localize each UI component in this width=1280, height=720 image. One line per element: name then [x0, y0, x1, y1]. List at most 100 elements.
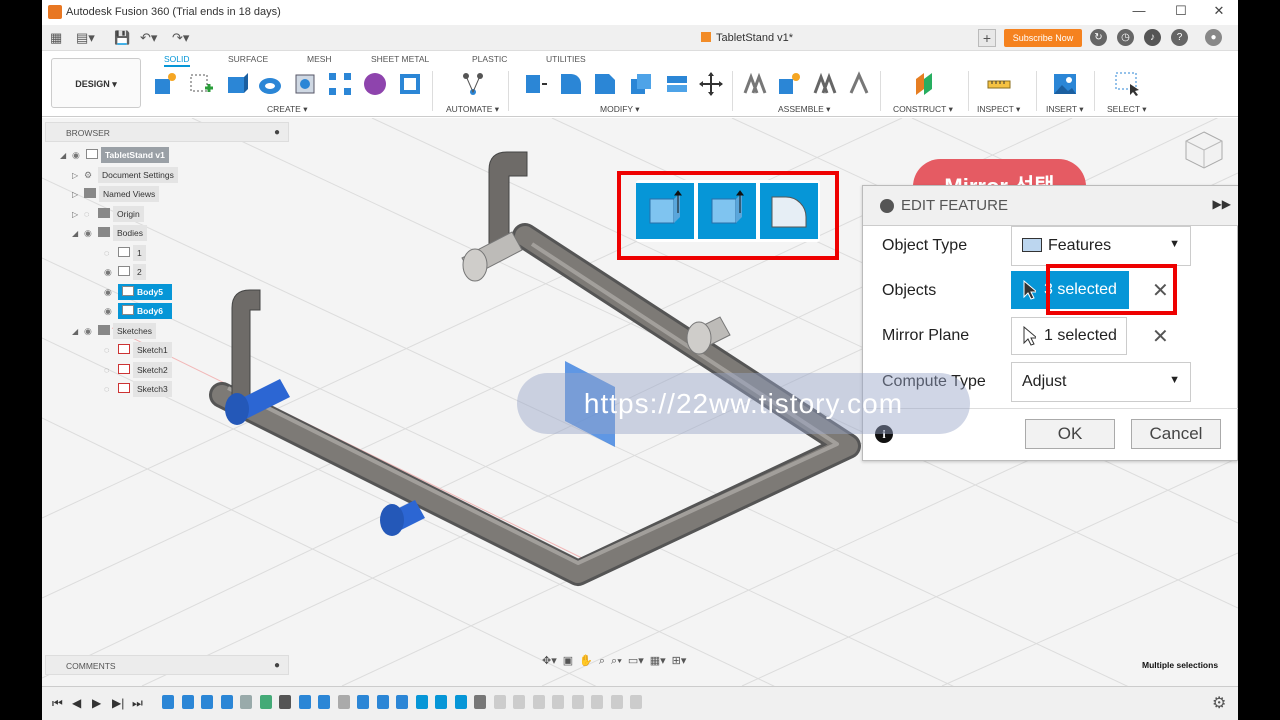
- help-icon[interactable]: ?: [1171, 29, 1188, 46]
- grid-settings-icon[interactable]: ▦▾: [650, 655, 666, 667]
- subscribe-button[interactable]: Subscribe Now: [1004, 29, 1082, 47]
- tab-mesh[interactable]: MESH: [307, 54, 332, 64]
- chamfer-icon[interactable]: [592, 71, 618, 97]
- timeline-feature[interactable]: [181, 695, 194, 709]
- timeline-feature[interactable]: [279, 695, 291, 709]
- derive-icon[interactable]: [397, 71, 423, 97]
- select-icon[interactable]: [1114, 71, 1140, 97]
- insert-image-icon[interactable]: [1052, 71, 1078, 97]
- browser-item-sketch3[interactable]: ◌ Sketch3: [104, 381, 172, 397]
- timeline-end-icon[interactable]: ⏭: [132, 696, 143, 711]
- extrude-icon[interactable]: [224, 71, 250, 97]
- notifications-icon[interactable]: ♪: [1144, 29, 1161, 46]
- view-cube[interactable]: [1182, 128, 1226, 172]
- automate-icon[interactable]: [460, 71, 486, 97]
- timeline-feature[interactable]: [610, 695, 623, 709]
- timeline-feature[interactable]: [201, 695, 213, 709]
- browser-item-bodies[interactable]: ◢ ◉ Bodies: [72, 225, 147, 241]
- pattern-icon[interactable]: [327, 71, 353, 97]
- timeline-back-icon[interactable]: ◀: [72, 696, 81, 710]
- fillet-icon[interactable]: [558, 71, 584, 97]
- timeline-feature[interactable]: [259, 695, 272, 709]
- extensions-icon[interactable]: ↻: [1090, 29, 1107, 46]
- workspace-switcher[interactable]: DESIGN ▾: [51, 58, 141, 108]
- timeline-forward-icon[interactable]: ▶|: [112, 696, 124, 710]
- minimize-button[interactable]: —: [1124, 3, 1154, 18]
- timeline-feature[interactable]: [591, 695, 603, 709]
- measure-icon[interactable]: [986, 71, 1012, 97]
- comments-panel-header[interactable]: COMMENTS ●: [45, 655, 289, 675]
- construct-menu[interactable]: CONSTRUCT ▾: [893, 104, 953, 115]
- timeline-feature[interactable]: [415, 695, 428, 709]
- cancel-button[interactable]: Cancel: [1131, 419, 1221, 449]
- modify-menu[interactable]: MODIFY ▾: [600, 104, 640, 115]
- job-status-icon[interactable]: ◷: [1117, 29, 1134, 46]
- timeline-play-icon[interactable]: ▶: [92, 696, 101, 710]
- browser-item-origin[interactable]: ▷ ◌ Origin: [72, 206, 144, 222]
- browser-item-document-settings[interactable]: ▷ ⚙ Document Settings: [72, 167, 178, 183]
- clear-objects-icon[interactable]: ✕: [1152, 278, 1169, 303]
- gear-icon[interactable]: ⚙: [1212, 693, 1226, 713]
- assemble-menu[interactable]: ASSEMBLE ▾: [778, 104, 830, 115]
- browser-item-body-2[interactable]: ◉ 2: [104, 264, 146, 280]
- browser-item-sketch1[interactable]: ◌ Sketch1: [104, 342, 172, 358]
- grid-menu-icon[interactable]: ▦: [50, 30, 62, 46]
- tab-utilities[interactable]: UTILITIES: [546, 54, 586, 64]
- create-menu[interactable]: CREATE ▾: [267, 104, 307, 115]
- timeline-feature[interactable]: [571, 695, 584, 709]
- new-tab-button[interactable]: +: [978, 29, 996, 47]
- tab-plastic[interactable]: PLASTIC: [472, 54, 507, 64]
- timeline-feature[interactable]: [552, 695, 564, 709]
- move-copy-icon[interactable]: [698, 71, 724, 97]
- timeline-feature[interactable]: [474, 695, 486, 709]
- form-icon[interactable]: [362, 71, 388, 97]
- look-at-icon[interactable]: ▣: [563, 655, 573, 667]
- timeline-feature[interactable]: [162, 695, 174, 709]
- mirror-plane-selection-button[interactable]: 1 selected: [1011, 317, 1127, 355]
- offset-plane-icon[interactable]: [912, 71, 938, 97]
- browser-item-sketch2[interactable]: ◌ Sketch2: [104, 362, 172, 378]
- new-component-icon[interactable]: [152, 71, 178, 97]
- joint-icon[interactable]: [776, 71, 802, 97]
- ok-button[interactable]: OK: [1025, 419, 1115, 449]
- objects-selection-button[interactable]: 3 selected: [1011, 271, 1129, 309]
- new-component-assemble-icon[interactable]: [742, 71, 768, 97]
- compute-type-select[interactable]: Adjust ▼: [1011, 362, 1191, 402]
- tab-surface[interactable]: SURFACE: [228, 54, 268, 64]
- inspect-menu[interactable]: INSPECT ▾: [977, 104, 1020, 115]
- timeline-feature[interactable]: [630, 695, 642, 709]
- display-settings-icon[interactable]: ▭▾: [628, 655, 644, 667]
- feature-extrude-2-icon[interactable]: [698, 183, 756, 239]
- timeline-feature[interactable]: [240, 695, 252, 709]
- collapse-icon[interactable]: [880, 199, 894, 213]
- browser-pin-icon[interactable]: ●: [274, 127, 280, 138]
- clear-mirror-plane-icon[interactable]: ✕: [1152, 324, 1169, 349]
- viewports-icon[interactable]: ⊞▾: [672, 655, 687, 667]
- hole-icon[interactable]: [292, 71, 318, 97]
- timeline-feature[interactable]: [396, 695, 408, 709]
- user-avatar[interactable]: ●: [1205, 29, 1222, 46]
- browser-panel-header[interactable]: BROWSER ●: [45, 122, 289, 142]
- orbit-icon[interactable]: ✥▾: [542, 655, 557, 667]
- shell-icon[interactable]: [628, 71, 654, 97]
- zoom-icon[interactable]: ⌕: [599, 655, 605, 667]
- timeline-feature[interactable]: [376, 695, 389, 709]
- timeline-feature[interactable]: [493, 695, 506, 709]
- insert-menu[interactable]: INSERT ▾: [1046, 104, 1084, 115]
- file-icon[interactable]: ▤▾: [76, 30, 95, 46]
- browser-item-named-views[interactable]: ▷ Named Views: [72, 186, 160, 202]
- browser-item-sketches[interactable]: ◢ ◉ Sketches: [72, 323, 156, 339]
- tab-solid[interactable]: SOLID: [164, 54, 190, 67]
- object-type-select[interactable]: Features ▼: [1011, 226, 1191, 266]
- timeline-feature[interactable]: [513, 695, 525, 709]
- timeline-feature[interactable]: [337, 695, 350, 709]
- pan-icon[interactable]: ✋: [579, 655, 593, 667]
- timeline-feature[interactable]: [454, 695, 467, 709]
- motion-link-icon[interactable]: [846, 71, 872, 97]
- press-pull-icon[interactable]: [522, 71, 548, 97]
- timeline-feature[interactable]: [318, 695, 330, 709]
- maximize-button[interactable]: ☐: [1166, 3, 1196, 19]
- expand-icon[interactable]: ▶▶: [1213, 197, 1231, 211]
- timeline-feature[interactable]: [435, 695, 447, 709]
- timeline-feature[interactable]: [220, 695, 233, 709]
